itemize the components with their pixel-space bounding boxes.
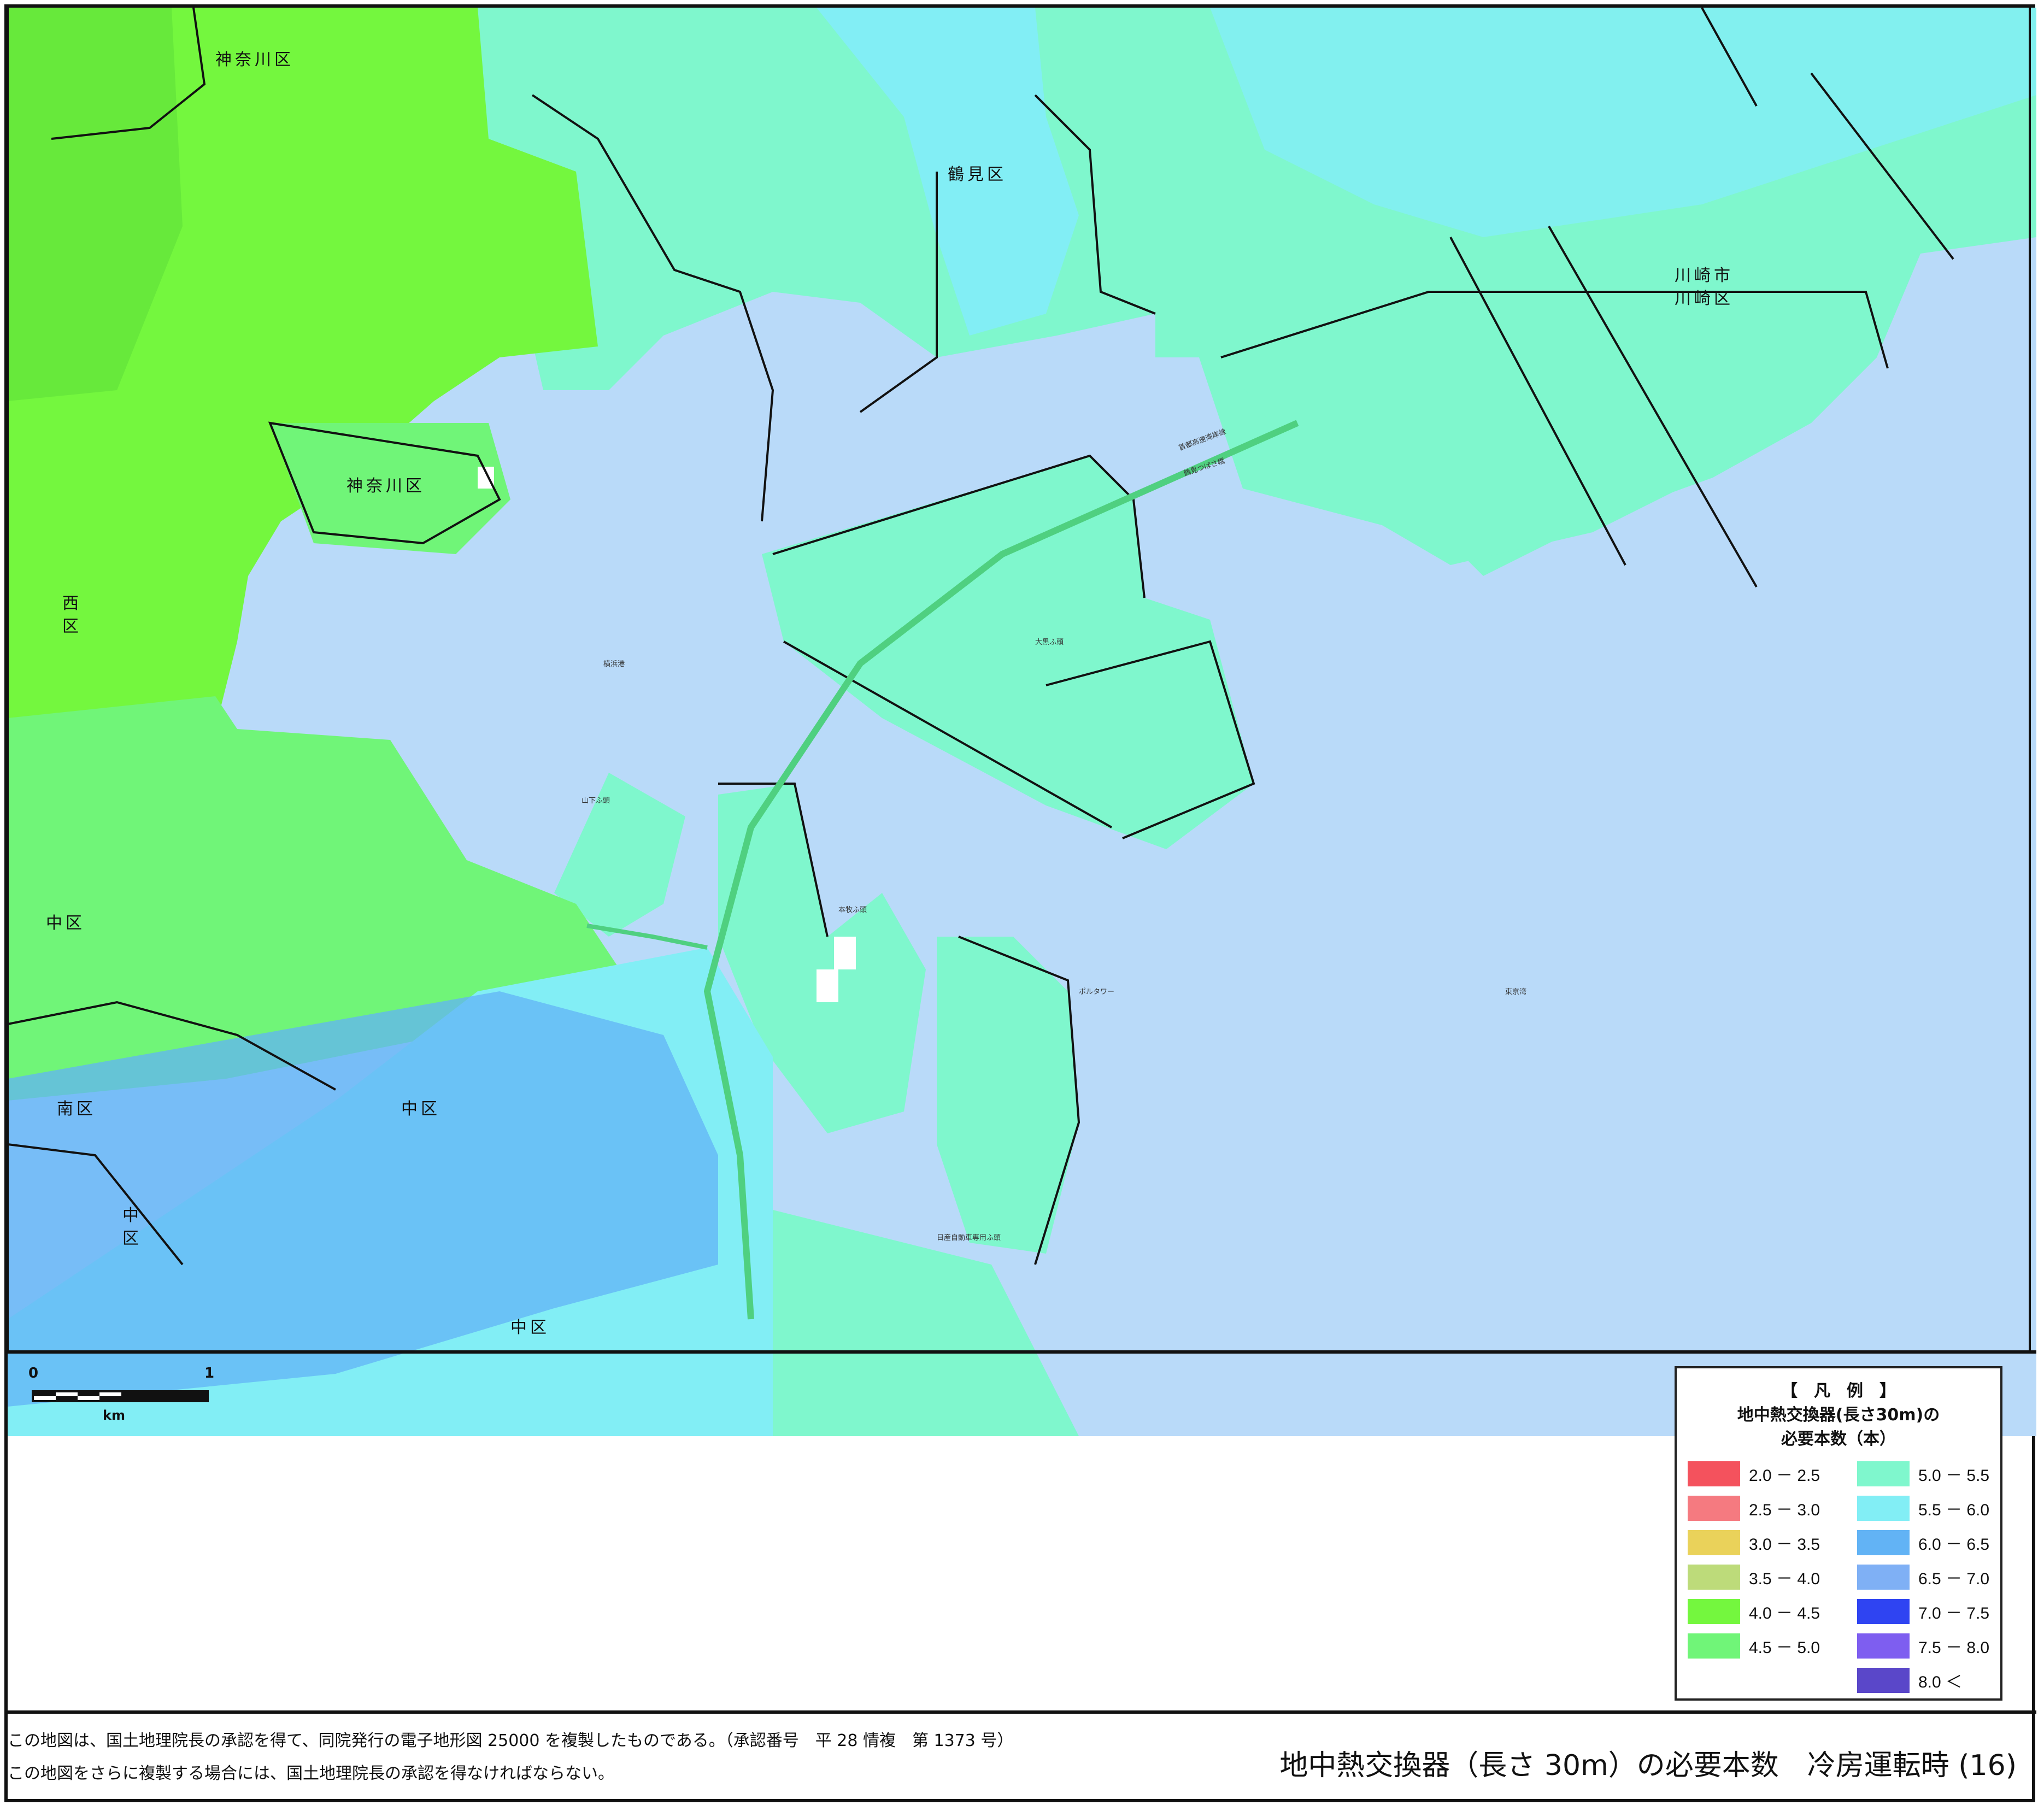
legend-range-label: 3.5 － 4.0 (1749, 1570, 1820, 1588)
legend-range-label: 4.0 － 4.5 (1749, 1604, 1820, 1622)
legend-swatch (1688, 1565, 1740, 1590)
label-tokyo-bay: 東京湾 (1505, 988, 1527, 996)
ward-label-kanagawa: 神奈川区 (215, 50, 294, 69)
legend-item: 2.0 － 2.5 (1688, 1461, 1820, 1486)
ward-label-minami: 南区 (57, 1099, 96, 1119)
label-yamashita-pier: 山下ふ頭 (582, 797, 610, 805)
legend-subtitle-1: 地中熱交換器(長さ30m)の (1737, 1406, 1940, 1425)
legend-item: 3.0 － 3.5 (1688, 1530, 1820, 1555)
legend-range-label: 4.5 － 5.0 (1749, 1639, 1820, 1657)
scale-zero: 0 (28, 1365, 39, 1381)
footer-title: 地中熱交換器（長さ 30m）の必要本数 冷房運転時 (16) (1279, 1749, 2017, 1782)
label-daikoku: 大黒ふ頭 (1035, 638, 1064, 646)
legend-swatch (1688, 1599, 1740, 1624)
ward-label-kanagawa-mid: 神奈川区 (346, 477, 425, 496)
legend-range-label: 5.0 － 5.5 (1918, 1467, 1990, 1485)
scale-bar: 0 1 km (26, 1365, 245, 1431)
legend-swatch (1857, 1530, 1910, 1555)
legend-swatch (1857, 1496, 1910, 1521)
legend-swatch (1688, 1496, 1740, 1521)
ward-label-naka-vertical: 中 区 (122, 1206, 142, 1248)
label-yokohama-port: 横浜港 (603, 660, 625, 668)
legend-swatch (1688, 1530, 1740, 1555)
legend-swatch (1688, 1461, 1740, 1486)
legend-range-label: 7.5 － 8.0 (1918, 1639, 1990, 1657)
scale-bar-outline (32, 1390, 209, 1402)
legend-item: 7.5 － 8.0 (1857, 1633, 1989, 1659)
ward-label-naka-center: 中区 (401, 1099, 440, 1119)
legend-item: 3.5 － 4.0 (1688, 1565, 1820, 1590)
no-data-patch (834, 937, 856, 969)
legend-swatch (1857, 1668, 1910, 1693)
scale-unit: km (103, 1408, 125, 1423)
no-data-patch (817, 969, 838, 1002)
ward-label-naka-left: 中区 (46, 914, 85, 933)
label-honmoku-pier: 本牧ふ頭 (838, 906, 867, 914)
scale-one: 1 (204, 1365, 215, 1381)
label-bay-tower: ポルタワー (1079, 988, 1115, 996)
footer-note-1: この地図は、国土地理院長の承認を得て、同院発行の電子地形図 25000 を複製し… (8, 1731, 1014, 1750)
legend-title: 【 凡 例 】 (1781, 1381, 1896, 1401)
map-area[interactable]: 神奈川区 神奈川区 西 区 中区 南区 中区 中 区 中区 鶴見区 川崎市 川崎… (8, 8, 2036, 1436)
legend-item: 5.5 － 6.0 (1857, 1496, 1989, 1521)
legend-range-label: 5.5 － 6.0 (1918, 1501, 1990, 1519)
legend-subtitle-2: 必要本数（本） (1781, 1430, 1896, 1449)
footer: この地図は、国土地理院長の承認を得て、同院発行の電子地形図 25000 を複製し… (8, 1710, 2036, 1806)
legend-item: 8.0 ＜ (1857, 1668, 1962, 1693)
legend: 【 凡 例 】 地中熱交換器(長さ30m)の 必要本数（本） 2.0 － 2.5… (1675, 1366, 2002, 1701)
legend-swatch (1857, 1633, 1910, 1659)
legend-swatch (1857, 1461, 1910, 1486)
legend-range-label: 6.0 － 6.5 (1918, 1536, 1990, 1554)
legend-item: 2.5 － 3.0 (1688, 1496, 1820, 1521)
legend-item: 7.0 － 7.5 (1857, 1599, 1989, 1624)
city-label-kawasaki: 川崎市 川崎区 (1675, 266, 1734, 308)
label-car-pier: 日産自動車専用ふ頭 (937, 1234, 1001, 1242)
legend-item: 5.0 － 5.5 (1857, 1461, 1989, 1486)
legend-range-label: 3.0 － 3.5 (1749, 1536, 1820, 1554)
honmoku-pier-a (937, 937, 1079, 1254)
footer-note-2: この地図をさらに複製する場合には、国土地理院長の承認を得なければならない。 (8, 1764, 614, 1783)
legend-item: 4.5 － 5.0 (1688, 1633, 1820, 1659)
ward-label-tsurumi: 鶴見区 (948, 165, 1007, 184)
legend-item: 6.0 － 6.5 (1857, 1530, 1989, 1555)
legend-range-label: 6.5 － 7.0 (1918, 1570, 1990, 1588)
legend-range-label: 2.0 － 2.5 (1749, 1467, 1820, 1485)
legend-swatch (1688, 1633, 1740, 1659)
legend-swatch (1857, 1599, 1910, 1624)
legend-range-label: 7.0 － 7.5 (1918, 1604, 1990, 1622)
legend-range-label: 8.0 ＜ (1918, 1673, 1963, 1691)
ward-label-nishi: 西 区 (62, 594, 82, 636)
legend-item: 6.5 － 7.0 (1857, 1565, 1989, 1590)
legend-item: 4.0 － 4.5 (1688, 1599, 1820, 1624)
legend-range-label: 2.5 － 3.0 (1749, 1501, 1820, 1519)
legend-swatch (1857, 1565, 1910, 1590)
map-canvas (8, 8, 2036, 1436)
ward-label-naka-bottom: 中区 (510, 1318, 550, 1337)
